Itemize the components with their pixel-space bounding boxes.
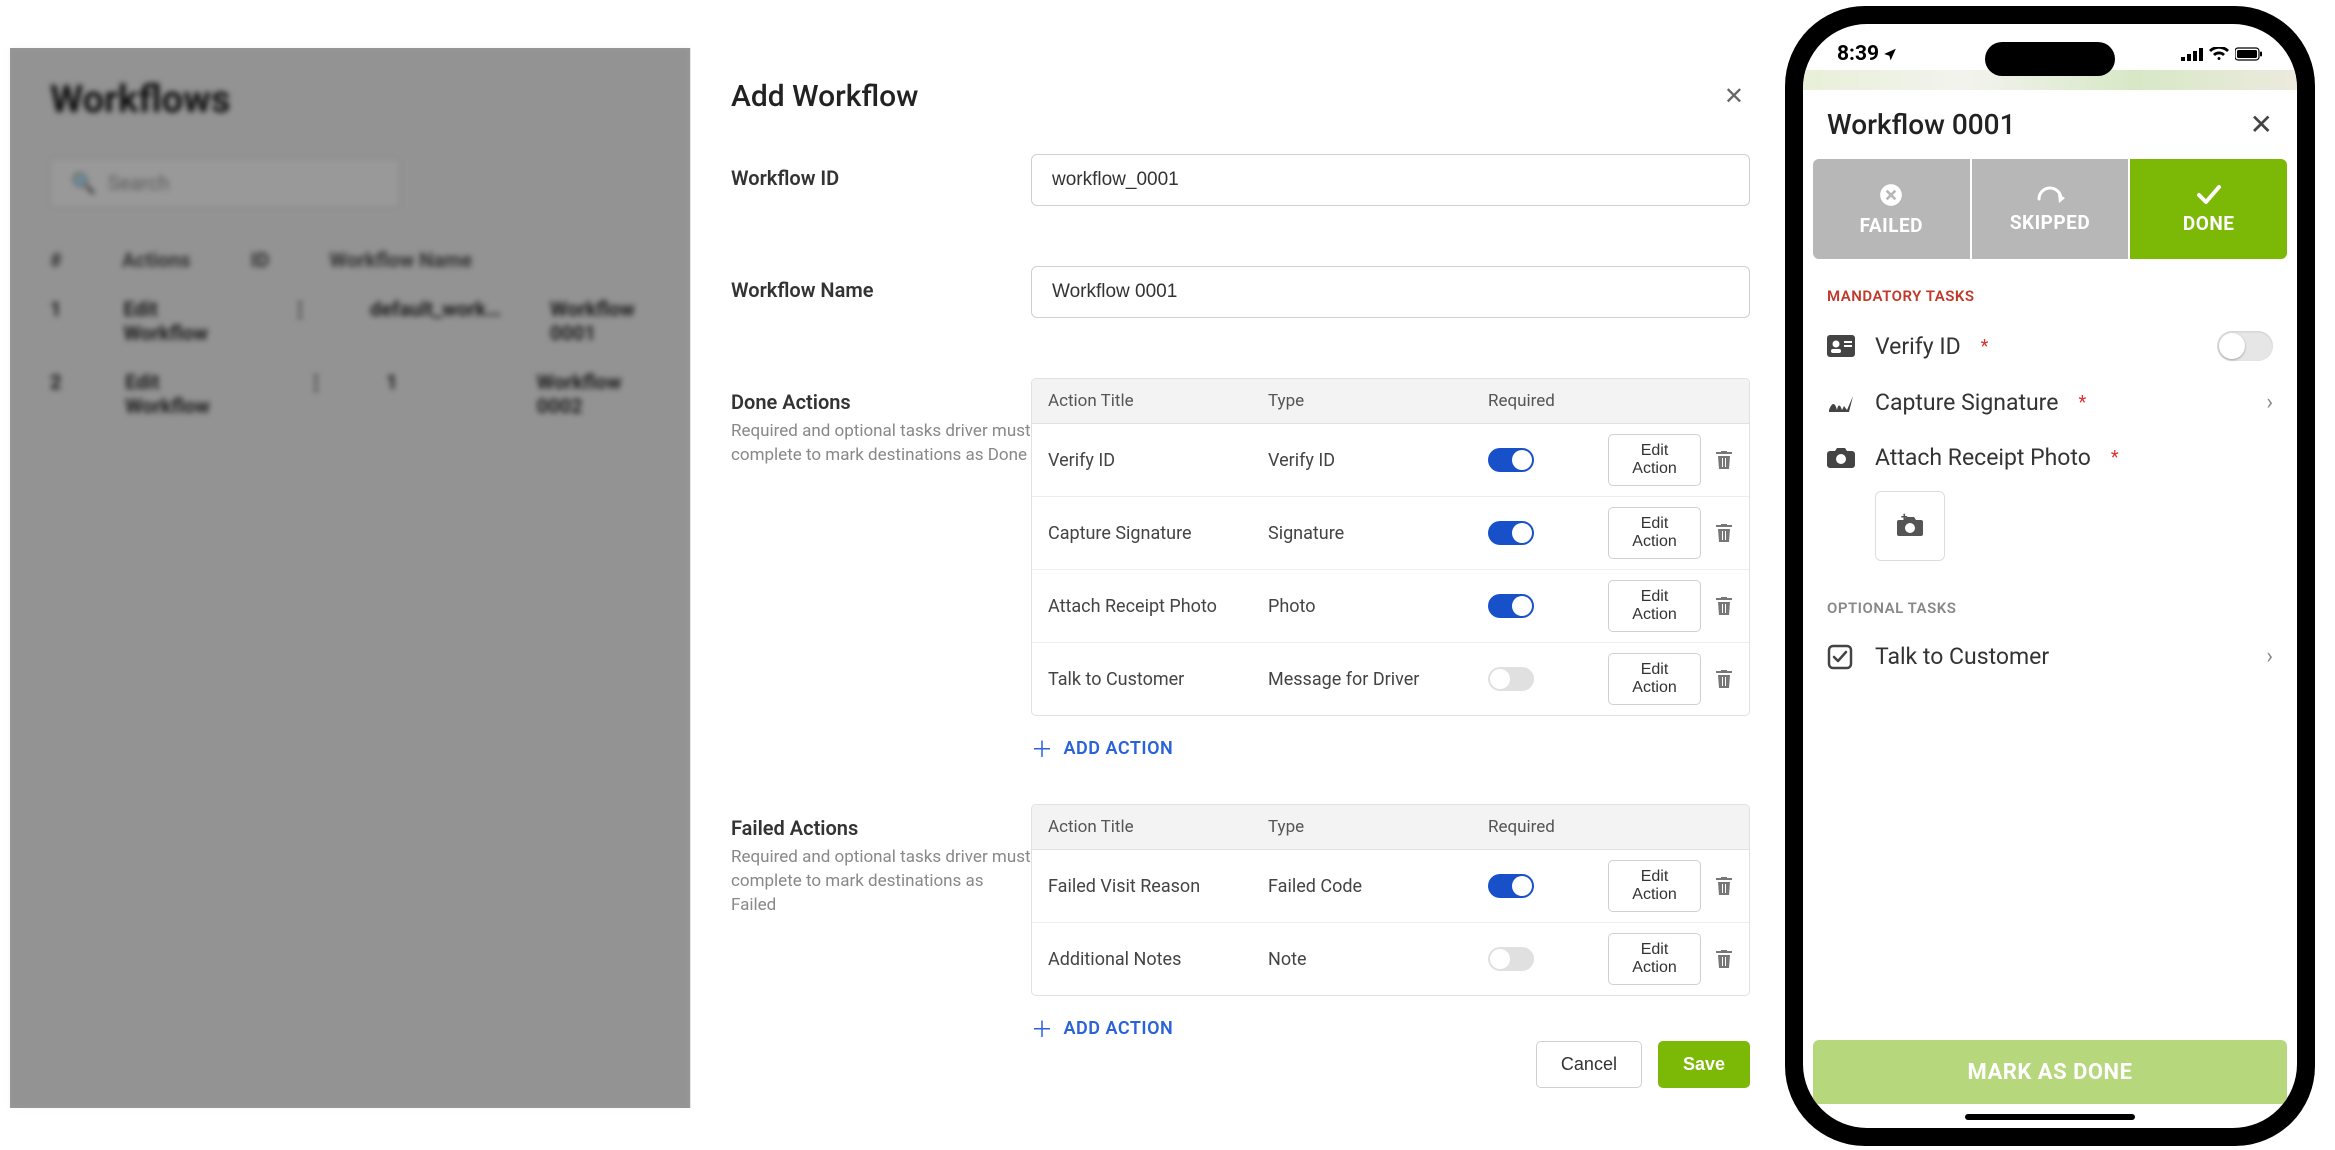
cancel-button[interactable]: Cancel (1536, 1041, 1642, 1088)
segment-failed[interactable]: FAILED (1813, 159, 1972, 259)
location-icon (1883, 47, 1897, 61)
close-icon[interactable]: ✕ (1718, 76, 1750, 116)
id-card-icon (1827, 335, 1857, 357)
add-done-action-button[interactable]: ＋ ADD ACTION (1031, 732, 1750, 764)
save-button[interactable]: Save (1658, 1041, 1750, 1088)
optional-section-label: OPTIONAL TASKS (1827, 599, 2273, 617)
chevron-right-icon: › (2266, 390, 2273, 415)
action-table-header: Action Title Type Required (1032, 379, 1749, 424)
task-attach-photo[interactable]: Attach Receipt Photo * (1803, 430, 2297, 485)
action-row: Capture Signature Signature Edit Action (1032, 497, 1749, 570)
modal-overlay (10, 48, 690, 1108)
trash-icon[interactable] (1715, 450, 1733, 470)
workflow-name-input[interactable] (1031, 266, 1750, 318)
done-actions-header: Done Actions (731, 390, 1031, 414)
trash-icon[interactable] (1715, 876, 1733, 896)
battery-icon (2235, 47, 2263, 61)
action-row: Failed Visit Reason Failed Code Edit Act… (1032, 850, 1749, 923)
required-asterisk: * (2111, 447, 2119, 468)
action-row: Attach Receipt Photo Photo Edit Action (1032, 570, 1749, 643)
plus-icon: ＋ (1031, 1012, 1054, 1044)
task-label: Verify ID (1875, 333, 1961, 360)
mark-done-label: MARK AS DONE (1968, 1060, 2133, 1085)
svg-text:+: + (1901, 513, 1908, 524)
action-row: Talk to Customer Message for Driver Edit… (1032, 643, 1749, 715)
task-toggle[interactable] (2217, 331, 2273, 361)
add-photo-button[interactable]: + (1875, 491, 1945, 561)
failed-icon (1878, 182, 1904, 208)
camera-icon (1827, 446, 1857, 470)
trash-icon[interactable] (1715, 523, 1733, 543)
edit-action-button[interactable]: Edit Action (1608, 860, 1701, 912)
segment-skipped[interactable]: SKIPPED (1972, 159, 2131, 259)
skipped-icon (2035, 185, 2065, 205)
required-toggle[interactable] (1488, 947, 1534, 971)
task-label: Capture Signature (1875, 389, 2058, 416)
trash-icon[interactable] (1715, 596, 1733, 616)
checkbox-icon (1827, 644, 1857, 670)
chevron-right-icon: › (2266, 644, 2273, 669)
task-label: Talk to Customer (1875, 643, 2049, 670)
segment-label: FAILED (1860, 214, 1923, 237)
close-icon[interactable]: ✕ (2250, 108, 2273, 141)
failed-actions-header: Failed Actions (731, 816, 1031, 840)
plus-icon: ＋ (1031, 732, 1054, 764)
wifi-icon (2209, 47, 2229, 61)
segment-label: SKIPPED (2010, 211, 2090, 234)
cellular-icon (2181, 47, 2203, 61)
mobile-workflow-title: Workflow 0001 (1827, 108, 2015, 141)
required-asterisk: * (1981, 336, 1989, 357)
add-failed-action-button[interactable]: ＋ ADD ACTION (1031, 1012, 1750, 1044)
required-toggle[interactable] (1488, 874, 1534, 898)
done-icon (2196, 184, 2222, 206)
required-toggle[interactable] (1488, 594, 1534, 618)
home-indicator (1965, 1114, 2135, 1120)
required-toggle[interactable] (1488, 521, 1534, 545)
mobile-preview: 8:39 Workflow 0001 ✕ FAILED (1785, 6, 2315, 1146)
status-segmented-control: FAILED SKIPPED DONE (1813, 159, 2287, 259)
mandatory-section-label: MANDATORY TASKS (1827, 287, 2273, 305)
dialog-title: Add Workflow (731, 79, 918, 114)
add-workflow-dialog: Add Workflow ✕ Workflow ID Workflow Name (690, 48, 1790, 1108)
add-action-label: ADD ACTION (1064, 1018, 1174, 1039)
trash-icon[interactable] (1715, 669, 1733, 689)
segment-done[interactable]: DONE (2130, 159, 2287, 259)
workflow-name-label: Workflow Name (731, 278, 1031, 302)
edit-action-button[interactable]: Edit Action (1608, 580, 1701, 632)
workflow-id-input[interactable] (1031, 154, 1750, 206)
signature-icon (1827, 392, 1857, 414)
required-toggle[interactable] (1488, 667, 1534, 691)
done-actions-subtext: Required and optional tasks driver must … (731, 420, 1031, 468)
edit-action-button[interactable]: Edit Action (1608, 653, 1701, 705)
failed-actions-subtext: Required and optional tasks driver must … (731, 846, 1031, 917)
action-row: Verify ID Verify ID Edit Action (1032, 424, 1749, 497)
required-asterisk: * (2078, 392, 2086, 413)
task-capture-signature[interactable]: Capture Signature * › (1803, 375, 2297, 430)
workflow-id-label: Workflow ID (731, 166, 1031, 190)
trash-icon[interactable] (1715, 949, 1733, 969)
segment-label: DONE (2183, 212, 2235, 235)
task-talk-to-customer[interactable]: Talk to Customer › (1803, 629, 2297, 684)
task-label: Attach Receipt Photo (1875, 444, 2091, 471)
done-actions-table: Action Title Type Required Verify ID Ver… (1031, 378, 1750, 716)
action-row: Additional Notes Note Edit Action (1032, 923, 1749, 995)
add-action-label: ADD ACTION (1064, 738, 1174, 759)
edit-action-button[interactable]: Edit Action (1608, 507, 1701, 559)
mark-as-done-button[interactable]: MARK AS DONE (1813, 1040, 2287, 1104)
status-time: 8:39 (1837, 42, 1879, 66)
failed-actions-table: Action Title Type Required Failed Visit … (1031, 804, 1750, 996)
dynamic-island (1985, 42, 2115, 76)
edit-action-button[interactable]: Edit Action (1608, 434, 1701, 486)
task-verify-id[interactable]: Verify ID * (1803, 317, 2297, 375)
required-toggle[interactable] (1488, 448, 1534, 472)
edit-action-button[interactable]: Edit Action (1608, 933, 1701, 985)
action-table-header: Action Title Type Required (1032, 805, 1749, 850)
